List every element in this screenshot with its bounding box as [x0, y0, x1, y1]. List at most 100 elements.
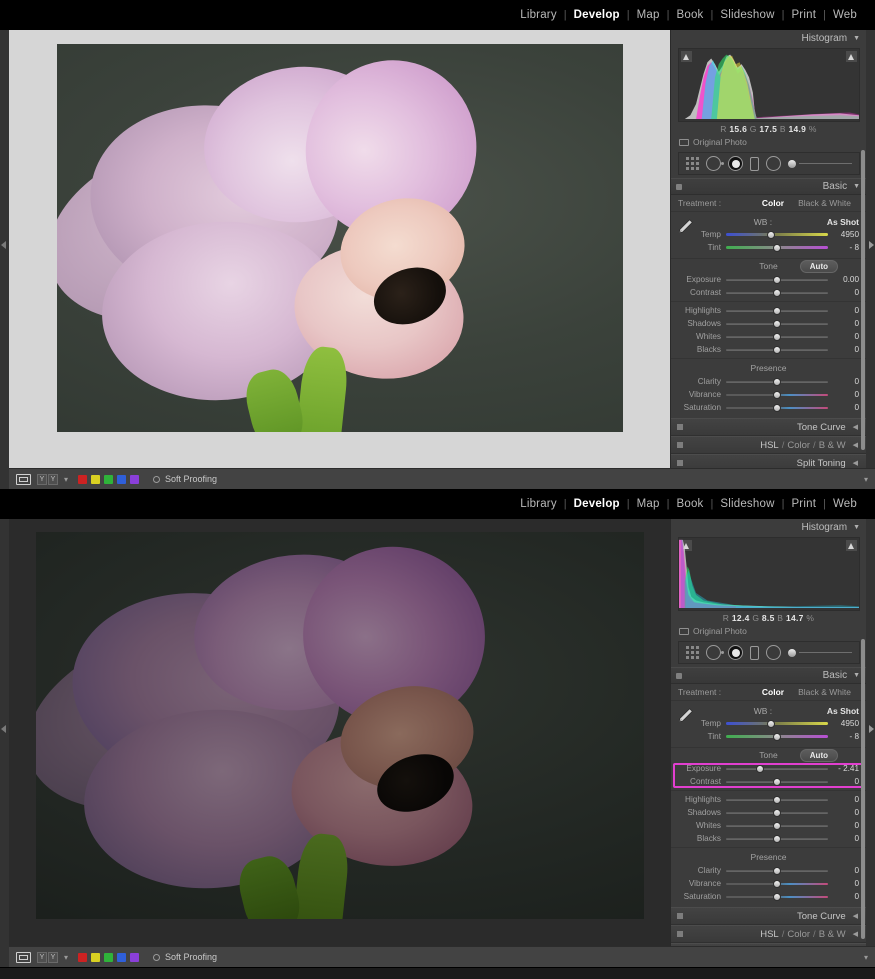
eyedropper-icon[interactable]: [677, 217, 695, 235]
highlights-slider-bottom[interactable]: Highlights 0: [671, 793, 866, 806]
temp-slider-top[interactable]: Temp 4950: [671, 228, 866, 241]
color-label[interactable]: Color: [787, 929, 810, 940]
shadows-slider-top[interactable]: Shadows 0: [671, 317, 866, 330]
module-print[interactable]: Print: [785, 9, 822, 21]
eyedropper-icon[interactable]: [677, 706, 695, 724]
chevron-left-icon[interactable]: ◀: [853, 423, 858, 431]
bw-label[interactable]: B & W: [819, 440, 846, 451]
clarity-track[interactable]: [726, 866, 828, 875]
chevron-down-icon[interactable]: ▼: [853, 672, 860, 679]
vibrance-track[interactable]: [726, 879, 828, 888]
auto-tone-button[interactable]: Auto: [799, 260, 838, 273]
chevron-left-icon[interactable]: ◀: [853, 459, 858, 467]
auto-tone-button[interactable]: Auto: [799, 749, 838, 762]
module-develop[interactable]: Develop: [568, 9, 626, 21]
swatch-purple[interactable]: [130, 474, 140, 484]
temp-track[interactable]: [726, 719, 828, 728]
vibrance-slider-bottom[interactable]: Vibrance 0: [671, 877, 866, 890]
saturation-slider-top[interactable]: Saturation 0: [671, 401, 866, 414]
panel-dot-icon[interactable]: [677, 460, 683, 466]
whites-slider-bottom[interactable]: Whites 0: [671, 819, 866, 832]
brush-knob[interactable]: [788, 648, 796, 657]
whites-track[interactable]: [726, 332, 828, 341]
module-map[interactable]: Map: [631, 498, 666, 510]
blacks-knob[interactable]: [773, 345, 781, 354]
color-label[interactable]: Color: [787, 440, 810, 451]
flag-y-2[interactable]: Y: [48, 951, 58, 963]
panel-dot-icon[interactable]: [676, 672, 682, 679]
panel-dot-icon[interactable]: [677, 931, 683, 937]
brush-knob[interactable]: [788, 159, 796, 168]
module-library[interactable]: Library: [514, 498, 563, 510]
clarity-slider-top[interactable]: Clarity 0: [671, 375, 866, 388]
brush-track[interactable]: [799, 163, 852, 164]
tool-strip-bottom[interactable]: [678, 641, 860, 664]
blacks-slider-bottom[interactable]: Blacks 0: [671, 832, 866, 845]
shadows-slider-bottom[interactable]: Shadows 0: [671, 806, 866, 819]
flag-y-1[interactable]: Y: [37, 951, 47, 963]
vibrance-track[interactable]: [726, 390, 828, 399]
histogram-panel-header[interactable]: Histogram ▼: [671, 519, 866, 535]
wb-row-top[interactable]: WB : As Shot: [671, 215, 866, 228]
chevron-down-icon[interactable]: ▼: [853, 524, 860, 531]
hsl-label[interactable]: HSL: [760, 929, 778, 940]
hsl-label[interactable]: HSL: [760, 440, 778, 451]
adjustment-brush-slider[interactable]: [788, 648, 852, 657]
tone-curve-panel-top[interactable]: Tone Curve ◀: [671, 418, 866, 436]
panel-dot-icon[interactable]: [676, 183, 682, 190]
module-web[interactable]: Web: [827, 498, 863, 510]
panel-dot-icon[interactable]: [677, 913, 683, 919]
swatch-green[interactable]: [104, 474, 114, 484]
crop-grid-icon[interactable]: [686, 157, 699, 170]
contrast-track[interactable]: [726, 288, 828, 297]
vibrance-knob[interactable]: [773, 390, 781, 399]
clarity-slider-bottom[interactable]: Clarity 0: [671, 864, 866, 877]
swatch-yellow[interactable]: [91, 952, 101, 962]
histogram-panel-header[interactable]: Histogram ▼: [671, 30, 866, 46]
histogram-top[interactable]: [678, 48, 860, 122]
tint-slider-top[interactable]: Tint - 8: [671, 241, 866, 254]
tint-track[interactable]: [726, 243, 828, 252]
soft-proofing-toggle[interactable]: Soft Proofing: [153, 952, 217, 962]
contrast-slider-top[interactable]: Contrast 0: [671, 286, 866, 299]
saturation-track[interactable]: [726, 892, 828, 901]
exposure-slider-bottom[interactable]: Exposure - 2.41: [671, 762, 866, 775]
adjustment-brush-slider[interactable]: [788, 159, 852, 168]
clarity-knob[interactable]: [773, 866, 781, 875]
swatch-yellow[interactable]: [91, 474, 101, 484]
exposure-track[interactable]: [726, 275, 828, 284]
tint-knob[interactable]: [773, 243, 781, 252]
treatment-row-top[interactable]: Treatment : Color Black & White: [671, 195, 866, 212]
brush-track[interactable]: [799, 652, 852, 653]
saturation-slider-bottom[interactable]: Saturation 0: [671, 890, 866, 903]
blacks-track[interactable]: [726, 834, 828, 843]
whites-knob[interactable]: [773, 821, 781, 830]
swatch-green[interactable]: [104, 952, 114, 962]
radial-filter-icon[interactable]: [766, 645, 781, 660]
swatch-purple[interactable]: [130, 952, 140, 962]
contrast-knob[interactable]: [773, 288, 781, 297]
clarity-track[interactable]: [726, 377, 828, 386]
swatch-blue[interactable]: [117, 952, 127, 962]
left-panel-toggle[interactable]: [0, 30, 9, 489]
chevron-down-icon[interactable]: ▼: [853, 35, 860, 42]
saturation-knob[interactable]: [773, 892, 781, 901]
highlights-knob[interactable]: [773, 795, 781, 804]
bw-label[interactable]: B & W: [819, 929, 846, 940]
whites-slider-top[interactable]: Whites 0: [671, 330, 866, 343]
module-book[interactable]: Book: [670, 9, 709, 21]
highlights-track[interactable]: [726, 306, 828, 315]
flag-filter-icon[interactable]: Y Y: [37, 951, 58, 963]
temp-slider-bottom[interactable]: Temp 4950: [671, 717, 866, 730]
panel-dot-icon[interactable]: [677, 442, 683, 448]
module-web[interactable]: Web: [827, 9, 863, 21]
shadows-track[interactable]: [726, 808, 828, 817]
treatment-bw-option[interactable]: Black & White: [791, 198, 858, 208]
exposure-slider-top[interactable]: Exposure 0.00: [671, 273, 866, 286]
tint-knob[interactable]: [773, 732, 781, 741]
image-canvas-after[interactable]: [9, 519, 670, 967]
tint-track[interactable]: [726, 732, 828, 741]
flag-filter-icon[interactable]: Y Y: [37, 473, 58, 485]
treatment-row-bottom[interactable]: Treatment : Color Black & White: [671, 684, 866, 701]
loupe-view-icon[interactable]: [16, 473, 31, 485]
